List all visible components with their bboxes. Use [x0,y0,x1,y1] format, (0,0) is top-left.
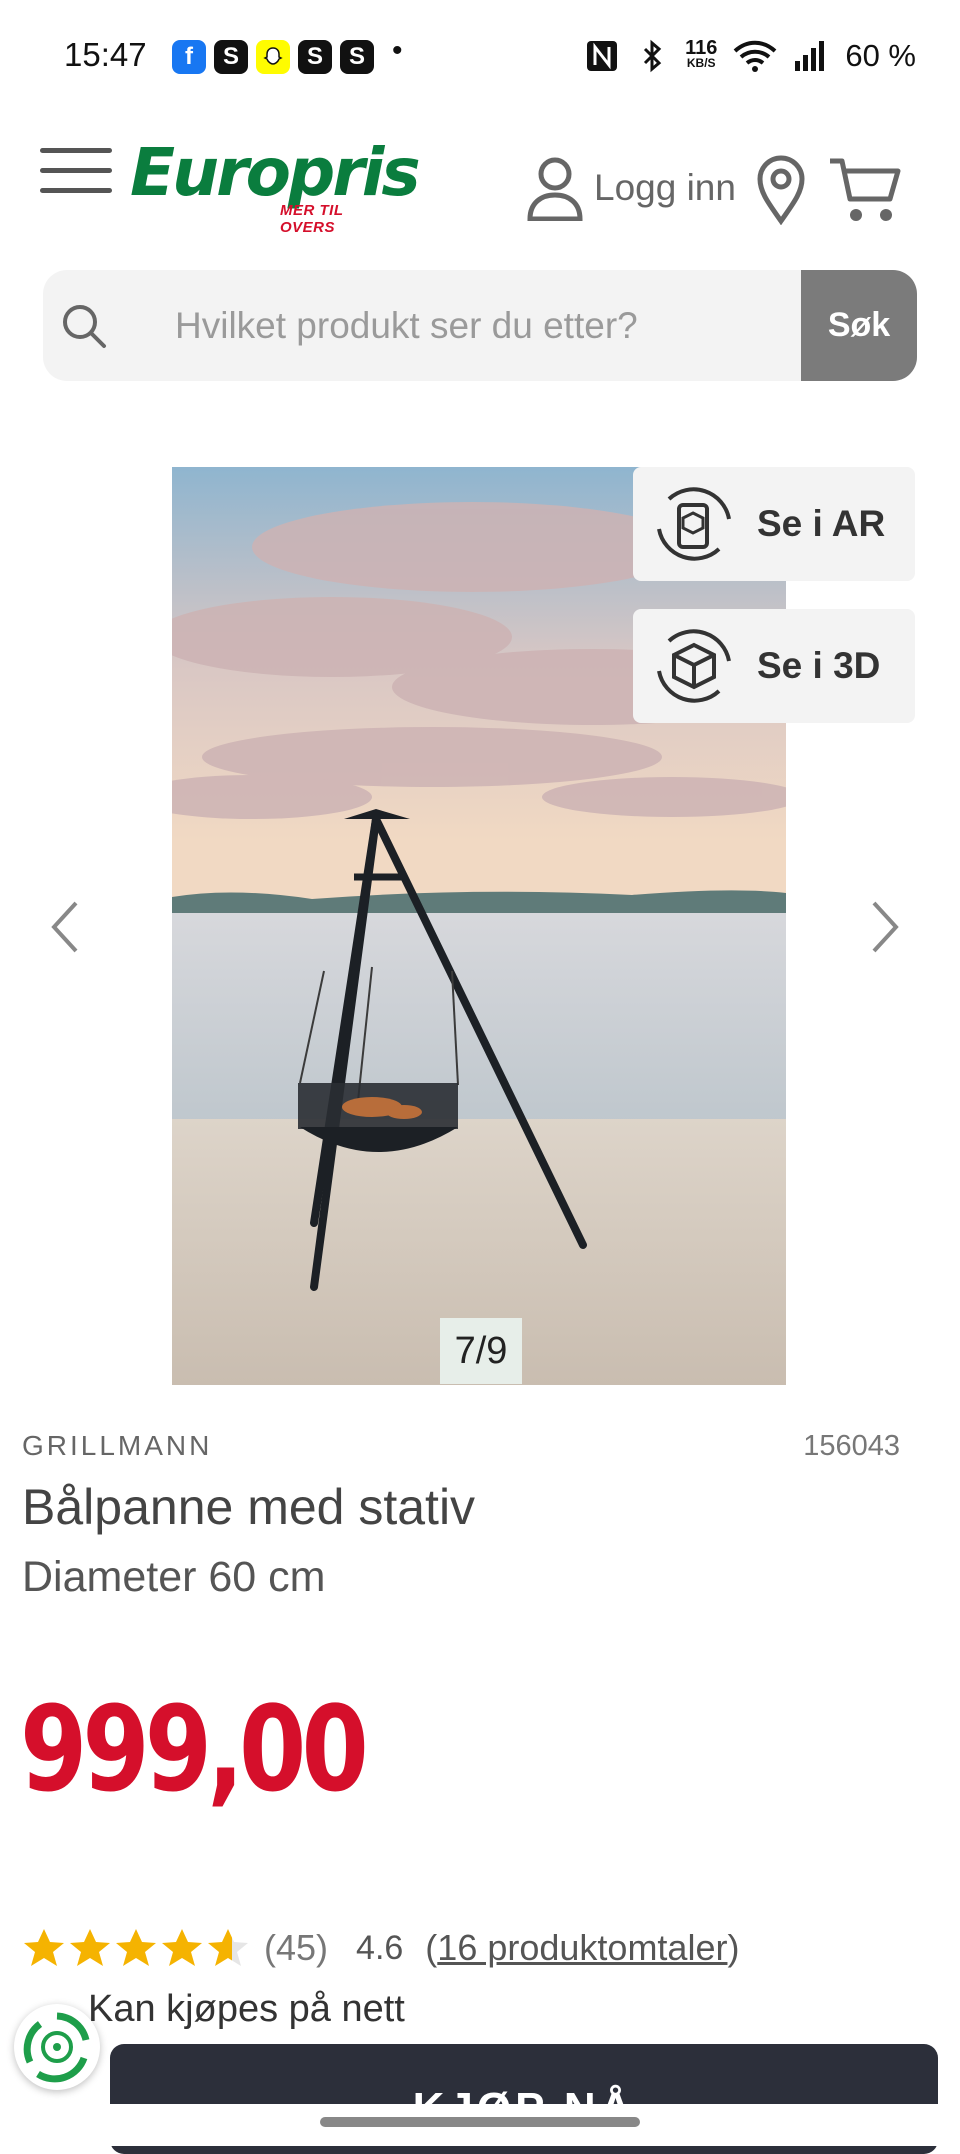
star-icon [24,1929,64,1966]
view-in-ar-button[interactable]: Se i AR [633,467,915,581]
star-rating [22,1927,250,1969]
shopping-cart-icon[interactable] [828,155,902,225]
bluetooth-icon [644,39,662,73]
status-bar: 15:47 f S S S • 116 KB/S 60 % [0,0,960,116]
star-icon [116,1929,156,1966]
s-app-icon: S [214,40,248,74]
search-icon [63,305,106,348]
product-sku: 156043 [803,1430,900,1462]
network-speed: 116 KB/S [685,37,718,71]
reviews-open: ( [425,1927,438,1968]
reviews-link[interactable]: 16 produktomtaler [437,1927,727,1968]
home-indicator[interactable] [320,2117,640,2127]
logo-text: Europris [130,134,421,211]
rating-count: (45) [264,1927,329,1968]
notification-dot: • [392,34,403,67]
logo-tagline: MER TIL OVERS [280,202,344,236]
login-label: Logg inn [594,167,736,208]
hamburger-menu-icon[interactable] [40,148,112,200]
search-input[interactable] [133,270,833,381]
status-time: 15:47 [64,36,147,73]
location-pin-icon[interactable] [756,155,806,225]
view-in-ar-label: Se i AR [757,503,886,544]
rating-value: 4.6 [356,1928,404,1967]
image-counter: 7/9 [440,1318,522,1384]
product-brand[interactable]: GRILLMANN [22,1430,212,1462]
view-in-3d-button[interactable]: Se i 3D [633,609,915,723]
status-right: 116 KB/S 60 % [585,38,916,74]
s-app-icon-2: S [298,40,332,74]
nfc-icon [587,41,618,71]
view-in-3d-label: Se i 3D [757,645,881,686]
star-icon [70,1929,110,1966]
s-app-glyph: S [222,43,239,70]
rating-row: (45) 4.6 (16 produktomtaler) [22,1918,739,1978]
search-button[interactable]: Søk [801,270,917,381]
reviews-wrapper: (16 produktomtaler) [425,1927,739,1969]
user-icon [527,157,583,221]
product-price: 999,00 [20,1680,369,1818]
network-speed-value: 116 [685,37,718,59]
facebook-icon-glyph: f [185,43,193,70]
next-image-arrow-icon[interactable] [866,895,906,959]
recycle-badge-icon[interactable] [14,2004,100,2090]
s-app-icon-3: S [340,40,374,74]
cube-3d-icon [657,629,731,703]
star-icon [208,1929,248,1966]
product-title: Bålpanne med stativ [22,1479,476,1535]
europris-logo[interactable]: Europris MER TIL OVERS [130,134,421,240]
login-button[interactable]: Logg inn [526,155,736,221]
reviews-close: ) [727,1927,740,1968]
ar-icon [657,487,731,561]
s-app-glyph-2: S [306,43,323,70]
snapchat-icon [256,40,290,74]
battery-level: 60 % [845,38,916,73]
facebook-icon: f [172,40,206,74]
s-app-glyph-3: S [348,43,365,70]
product-subtitle: Diameter 60 cm [22,1553,326,1601]
availability-text: Kan kjøpes på nett [88,1988,405,2030]
search-bar: Søk [43,270,917,381]
wifi-icon [733,40,777,72]
star-icon [162,1929,202,1966]
signal-icon [795,41,825,71]
previous-image-arrow-icon[interactable] [44,895,84,959]
product-image[interactable] [172,467,786,1385]
network-speed-unit: KB/S [686,56,716,70]
